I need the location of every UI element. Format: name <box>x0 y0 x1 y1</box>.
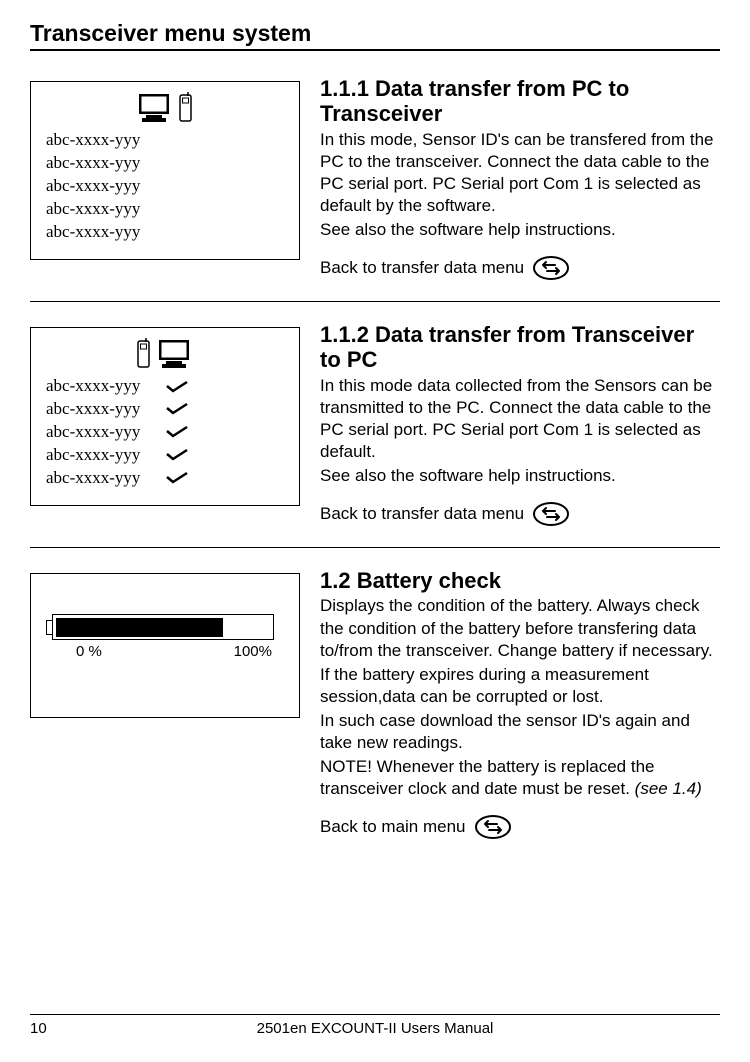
check-icon <box>165 380 189 394</box>
back-icon <box>532 501 570 527</box>
list-item: abc-xxxx-yyy <box>46 398 284 421</box>
battery-low-label: 0 % <box>76 643 102 660</box>
illustration-pc-to-transceiver: abc-xxxx-yyy abc-xxxx-yyy abc-xxxx-yyy a… <box>30 76 300 281</box>
list-item: abc-xxxx-yyy <box>46 221 284 244</box>
battery-high-label: 100% <box>234 643 272 660</box>
battery-gauge <box>46 614 274 640</box>
section-1-1-1: abc-xxxx-yyy abc-xxxx-yyy abc-xxxx-yyy a… <box>30 76 720 302</box>
list-item: abc-xxxx-yyy <box>46 467 284 490</box>
sensor-id-list: abc-xxxx-yyy abc-xxxx-yyy abc-xxxx-yyy a… <box>46 129 284 244</box>
body-paragraph: See also the software help instructions. <box>320 465 720 487</box>
page-footer: 10 2501en EXCOUNT-II Users Manual <box>30 1014 720 1037</box>
back-label: Back to main menu <box>320 817 466 837</box>
section-heading: 1.1.2 Data transfer from Transceiver to … <box>320 322 720 373</box>
battery-fill <box>56 618 224 637</box>
body-paragraph: In such case download the sensor ID's ag… <box>320 710 720 754</box>
check-icon <box>165 425 189 439</box>
body-paragraph: See also the software help instructions. <box>320 219 720 241</box>
body-paragraph: If the battery expires during a measurem… <box>320 664 720 708</box>
monitor-icon <box>137 92 173 124</box>
list-item: abc-xxxx-yyy <box>46 129 284 152</box>
monitor-icon <box>157 338 193 370</box>
list-item: abc-xxxx-yyy <box>46 175 284 198</box>
back-label: Back to transfer data menu <box>320 504 524 524</box>
transceiver-icon <box>179 92 193 124</box>
section-1-1-2: abc-xxxx-yyy abc-xxxx-yyy abc-xxxx-yyy a… <box>30 322 720 548</box>
check-icon <box>165 471 189 485</box>
page-number: 10 <box>30 1020 80 1037</box>
body-paragraph: In this mode data collected from the Sen… <box>320 375 720 463</box>
list-item: abc-xxxx-yyy <box>46 152 284 175</box>
body-paragraph: Displays the condition of the battery. A… <box>320 595 720 661</box>
body-paragraph: In this mode, Sensor ID's can be transfe… <box>320 129 720 217</box>
section-1-2: 0 % 100% 1.2 Battery check Displays the … <box>30 568 720 860</box>
check-icon <box>165 448 189 462</box>
footer-title: 2501en EXCOUNT-II Users Manual <box>80 1020 720 1037</box>
list-item: abc-xxxx-yyy <box>46 444 284 467</box>
page-title: Transceiver menu system <box>30 20 720 51</box>
section-heading: 1.1.1 Data transfer from PC to Transceiv… <box>320 76 720 127</box>
illustration-transceiver-to-pc: abc-xxxx-yyy abc-xxxx-yyy abc-xxxx-yyy a… <box>30 322 300 527</box>
body-paragraph: NOTE! Whenever the battery is replaced t… <box>320 756 720 800</box>
list-item: abc-xxxx-yyy <box>46 198 284 221</box>
back-icon <box>532 255 570 281</box>
sensor-id-list: abc-xxxx-yyy abc-xxxx-yyy abc-xxxx-yyy a… <box>46 375 284 490</box>
list-item: abc-xxxx-yyy <box>46 421 284 444</box>
illustration-battery: 0 % 100% <box>30 568 300 840</box>
back-label: Back to transfer data menu <box>320 258 524 278</box>
check-icon <box>165 402 189 416</box>
back-icon <box>474 814 512 840</box>
transceiver-icon <box>137 338 151 370</box>
section-heading: 1.2 Battery check <box>320 568 720 593</box>
list-item: abc-xxxx-yyy <box>46 375 284 398</box>
